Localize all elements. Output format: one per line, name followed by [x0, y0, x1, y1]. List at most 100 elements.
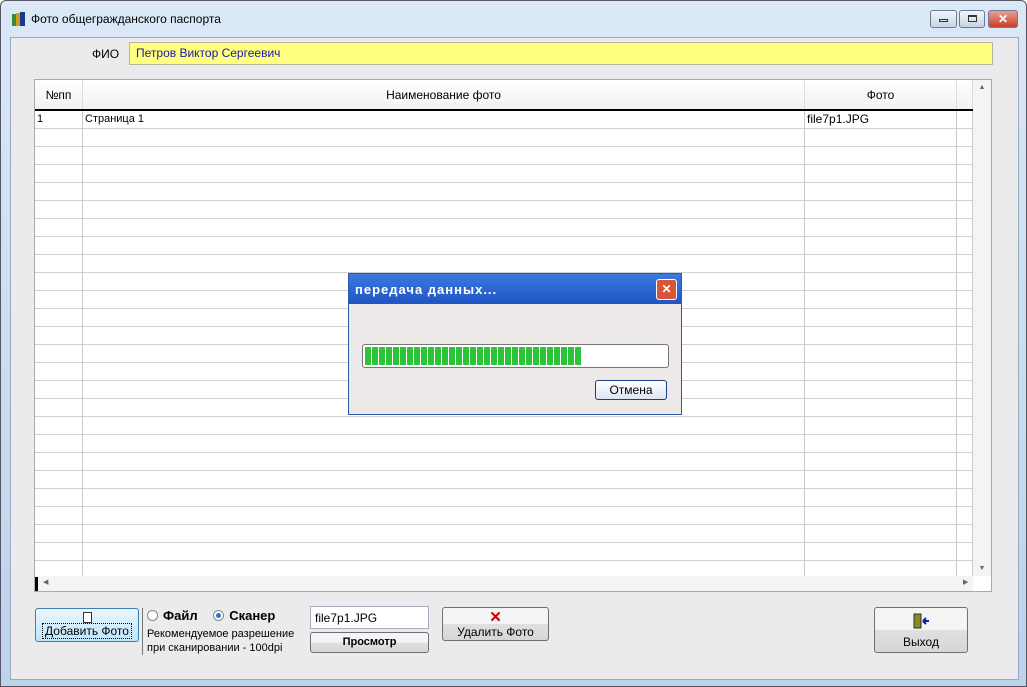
cell-num [35, 129, 83, 147]
cell-empty [957, 489, 973, 507]
table-row[interactable] [35, 183, 973, 201]
cell-num [35, 237, 83, 255]
app-books-icon [12, 12, 25, 26]
cell-photo [805, 237, 957, 255]
cell-num [35, 471, 83, 489]
cell-empty [957, 507, 973, 525]
cell-name [83, 219, 805, 237]
cell-empty [957, 201, 973, 219]
table-row[interactable] [35, 453, 973, 471]
cell-photo [805, 327, 957, 345]
scroll-down-icon[interactable]: ▼ [973, 565, 991, 572]
table-row[interactable] [35, 435, 973, 453]
cell-photo: file7p1.JPG [805, 111, 957, 129]
cancel-button[interactable]: Отмена [595, 380, 667, 400]
cell-photo [805, 129, 957, 147]
table-row[interactable] [35, 543, 973, 561]
cell-empty [957, 291, 973, 309]
cell-num [35, 183, 83, 201]
scroll-left-icon[interactable]: ◀ [43, 578, 48, 586]
cell-photo [805, 345, 957, 363]
scroll-right-icon[interactable]: ▶ [963, 578, 968, 586]
cell-photo [805, 525, 957, 543]
horizontal-scrollbar[interactable]: ◀ ▶ [35, 576, 973, 591]
cell-photo [805, 471, 957, 489]
cell-num [35, 165, 83, 183]
cell-empty [957, 453, 973, 471]
cell-empty [957, 525, 973, 543]
cell-photo [805, 183, 957, 201]
cell-empty [957, 183, 973, 201]
cell-photo [805, 543, 957, 561]
cell-name [83, 255, 805, 273]
cell-empty [957, 165, 973, 183]
cell-empty [957, 381, 973, 399]
add-photo-label: Добавить Фото [42, 623, 132, 639]
maximize-button[interactable] [959, 10, 985, 28]
cell-num [35, 327, 83, 345]
cell-name [83, 417, 805, 435]
cell-photo [805, 399, 957, 417]
dialog-title: передача данных... [349, 274, 681, 304]
delete-x-icon: ✕ [489, 609, 502, 626]
close-window-button[interactable]: ✕ [988, 10, 1018, 28]
table-row[interactable] [35, 255, 973, 273]
cell-num [35, 147, 83, 165]
table-row[interactable] [35, 471, 973, 489]
cell-empty [957, 363, 973, 381]
minimize-button[interactable] [930, 10, 957, 28]
table-row[interactable]: 1 Страница 1 file7p1.JPG [35, 111, 973, 129]
cell-num [35, 201, 83, 219]
cell-photo [805, 489, 957, 507]
cell-photo [805, 165, 957, 183]
progress-bar [362, 344, 669, 368]
table-row[interactable] [35, 237, 973, 255]
cell-num [35, 363, 83, 381]
file-name-field[interactable]: file7p1.JPG [310, 606, 429, 629]
cell-num [35, 489, 83, 507]
table-row[interactable] [35, 129, 973, 147]
table-row[interactable] [35, 201, 973, 219]
hint-line1: Рекомендуемое разрешение [147, 628, 295, 640]
col-header-photo[interactable]: Фото [805, 80, 957, 110]
cell-photo [805, 435, 957, 453]
table-row[interactable] [35, 165, 973, 183]
cell-empty [957, 237, 973, 255]
col-header-num[interactable]: №пп [35, 80, 83, 110]
cell-photo [805, 273, 957, 291]
radio-scanner[interactable]: Сканер [213, 608, 275, 623]
fio-label: ФИО [92, 47, 120, 61]
cell-empty [957, 345, 973, 363]
cell-num [35, 453, 83, 471]
vertical-scrollbar[interactable]: ▲ ▼ [973, 80, 991, 576]
new-file-icon [82, 612, 92, 623]
cell-empty [957, 435, 973, 453]
source-radio-group: Файл Сканер [147, 608, 275, 623]
table-row[interactable] [35, 507, 973, 525]
cell-num [35, 399, 83, 417]
add-photo-button[interactable]: Добавить Фото [35, 608, 139, 642]
fio-field[interactable]: Петров Виктор Сергеевич [129, 42, 993, 65]
table-row[interactable] [35, 219, 973, 237]
delete-photo-label: Удалить Фото [457, 625, 534, 639]
col-header-empty [957, 80, 973, 110]
radio-file[interactable]: Файл [147, 608, 198, 623]
cell-num [35, 345, 83, 363]
hint-line2: при сканировании - 100dpi [147, 642, 283, 654]
cell-num [35, 291, 83, 309]
table-row[interactable] [35, 417, 973, 435]
delete-photo-button[interactable]: ✕ Удалить Фото [442, 607, 549, 641]
table-row[interactable] [35, 489, 973, 507]
radio-file-label: Файл [163, 608, 198, 623]
cell-num [35, 417, 83, 435]
table-row[interactable] [35, 525, 973, 543]
exit-button[interactable]: Выход [874, 607, 968, 653]
cell-photo [805, 201, 957, 219]
cell-empty [957, 255, 973, 273]
table-row[interactable] [35, 147, 973, 165]
dialog-close-button[interactable]: ✕ [656, 279, 677, 300]
cell-empty [957, 273, 973, 291]
scroll-up-icon[interactable]: ▲ [973, 84, 991, 91]
preview-button[interactable]: Просмотр [310, 632, 429, 653]
col-header-name[interactable]: Наименование фото [83, 80, 805, 110]
